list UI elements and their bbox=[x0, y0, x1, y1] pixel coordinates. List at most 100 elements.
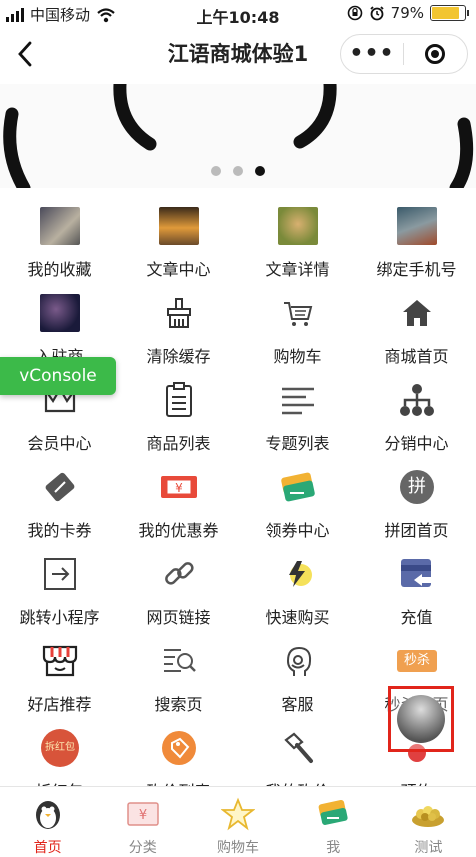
hammer-icon bbox=[277, 728, 319, 768]
alarm-icon bbox=[370, 6, 384, 21]
grid-item-product-list[interactable]: 商品列表 bbox=[119, 374, 238, 461]
nav-bar: 江语商城体验1 ••• bbox=[0, 30, 476, 76]
grid-item-label: 商品列表 bbox=[146, 434, 211, 453]
grid-item-recharge[interactable]: 充值 bbox=[357, 548, 476, 635]
tab-bar: 首页 ¥ 分类 购物车 我 测试 bbox=[0, 786, 476, 857]
grid-item-web-link[interactable]: 网页链接 bbox=[119, 548, 238, 635]
grid-item-label: 文章详情 bbox=[265, 260, 330, 279]
grid-item-quick-buy[interactable]: 快速购买 bbox=[238, 548, 357, 635]
flash-sale-glyph: 秒杀 bbox=[397, 650, 437, 672]
carousel-dot-active[interactable] bbox=[255, 166, 265, 176]
penguin-icon bbox=[29, 797, 67, 831]
grid-item-label: 清除缓存 bbox=[146, 347, 211, 366]
cart-icon bbox=[277, 293, 319, 333]
grid-item-label: 好店推荐 bbox=[27, 695, 92, 714]
grid-item-label: 分销中心 bbox=[384, 434, 449, 453]
photo-dogs-icon bbox=[39, 206, 81, 246]
grid-item-label: 快速购买 bbox=[265, 608, 330, 627]
grid-item-label: 拼团首页 bbox=[384, 521, 449, 540]
grid-item-label: 我的优惠券 bbox=[138, 521, 219, 540]
org-tree-icon bbox=[396, 380, 438, 420]
tickets-tab-icon bbox=[314, 797, 352, 831]
tab-label: 测试 bbox=[414, 840, 443, 856]
list-lines-icon bbox=[277, 380, 319, 420]
flash-sale-icon: 秒杀 bbox=[396, 641, 438, 681]
grid-item-label: 购物车 bbox=[273, 347, 322, 366]
battery-icon bbox=[430, 5, 469, 21]
ticket-icon bbox=[39, 467, 81, 507]
grid-item-mall-home[interactable]: 商城首页 bbox=[357, 287, 476, 374]
grid-item-label: 商城首页 bbox=[384, 347, 449, 366]
more-button[interactable]: ••• bbox=[341, 39, 403, 69]
customer-service-icon bbox=[277, 641, 319, 681]
search-list-icon bbox=[158, 641, 200, 681]
red-packet-icon: 拆红包 bbox=[39, 728, 81, 768]
grid-item-customer-service[interactable]: 客服 bbox=[238, 635, 357, 722]
photo-path-icon bbox=[396, 206, 438, 246]
tab-label: 我 bbox=[326, 840, 341, 856]
photo-puppy-icon bbox=[277, 206, 319, 246]
bargain-icon bbox=[158, 728, 200, 768]
grid-item-label: 跳转小程序 bbox=[19, 608, 100, 627]
tab-test[interactable]: 测试 bbox=[381, 787, 476, 857]
grid-item-group-buy[interactable]: 拼 拼团首页 bbox=[357, 461, 476, 548]
grid-item-coupon-center[interactable]: 领券中心 bbox=[238, 461, 357, 548]
food-icon bbox=[409, 797, 447, 831]
grid-item-my-cards[interactable]: 我的卡券 bbox=[0, 461, 119, 548]
grid-item-label: 领券中心 bbox=[265, 521, 330, 540]
clipboard-icon bbox=[158, 380, 200, 420]
grid-item-my-coupons[interactable]: ¥ 我的优惠券 bbox=[119, 461, 238, 548]
tab-category[interactable]: ¥ 分类 bbox=[95, 787, 190, 857]
grid-item-recommended-shops[interactable]: 好店推荐 bbox=[0, 635, 119, 722]
grid-item-favorites[interactable]: 我的收藏 bbox=[0, 200, 119, 287]
tab-cart[interactable]: 购物车 bbox=[190, 787, 285, 857]
svg-text:¥: ¥ bbox=[139, 808, 147, 823]
grid-item-label: 会员中心 bbox=[27, 434, 92, 453]
link-icon bbox=[158, 554, 200, 594]
grid-item-article-center[interactable]: 文章中心 bbox=[119, 200, 238, 287]
grid-item-cart[interactable]: 购物车 bbox=[238, 287, 357, 374]
grid-item-label: 网页链接 bbox=[146, 608, 211, 627]
floating-avatar[interactable] bbox=[397, 695, 445, 743]
grid-item-label: 专题列表 bbox=[265, 434, 330, 453]
tab-home[interactable]: 首页 bbox=[0, 787, 95, 857]
grid-item-label: 我的卡券 bbox=[27, 521, 92, 540]
broom-icon bbox=[158, 293, 200, 333]
tab-label: 购物车 bbox=[217, 840, 259, 856]
star-icon bbox=[219, 797, 257, 831]
grid-item-topic-list[interactable]: 专题列表 bbox=[238, 374, 357, 461]
grid-item-search-page[interactable]: 搜索页 bbox=[119, 635, 238, 722]
carousel-dots bbox=[0, 166, 476, 176]
grid-item-jump-mini-program[interactable]: 跳转小程序 bbox=[0, 548, 119, 635]
vconsole-button[interactable]: vConsole bbox=[0, 357, 116, 395]
photo-sunset-icon bbox=[158, 206, 200, 246]
photo-galaxy-icon bbox=[39, 293, 81, 333]
status-right: 79% bbox=[347, 4, 469, 22]
lock-rotation-icon bbox=[347, 5, 362, 21]
close-mini-program-button[interactable] bbox=[404, 44, 466, 64]
grid-item-label: 我的收藏 bbox=[27, 260, 92, 279]
grid-item-label: 搜索页 bbox=[154, 695, 203, 714]
home-icon bbox=[396, 293, 438, 333]
target-close-icon bbox=[425, 44, 445, 64]
grid-item-label: 绑定手机号 bbox=[376, 260, 457, 279]
group-buy-icon: 拼 bbox=[396, 467, 438, 507]
svg-text:¥: ¥ bbox=[175, 481, 183, 495]
grid-item-article-detail[interactable]: 文章详情 bbox=[238, 200, 357, 287]
group-buy-glyph: 拼 bbox=[400, 470, 434, 504]
grid-item-label: 文章中心 bbox=[146, 260, 211, 279]
grid-item-clear-cache[interactable]: 清除缓存 bbox=[119, 287, 238, 374]
floating-ball-highlight[interactable] bbox=[388, 686, 454, 752]
tab-label: 首页 bbox=[33, 840, 62, 856]
mini-program-capsule: ••• bbox=[340, 34, 468, 74]
tab-me[interactable]: 我 bbox=[286, 787, 381, 857]
lightning-icon bbox=[277, 554, 319, 594]
grid-item-label: 客服 bbox=[281, 695, 314, 714]
coupon-icon: ¥ bbox=[158, 467, 200, 507]
red-packet-glyph: 拆红包 bbox=[41, 729, 79, 767]
grid-item-distribution-center[interactable]: 分销中心 bbox=[357, 374, 476, 461]
grid-item-bind-phone[interactable]: 绑定手机号 bbox=[357, 200, 476, 287]
carousel-dot[interactable] bbox=[233, 166, 243, 176]
recharge-icon bbox=[396, 554, 438, 594]
carousel-dot[interactable] bbox=[211, 166, 221, 176]
